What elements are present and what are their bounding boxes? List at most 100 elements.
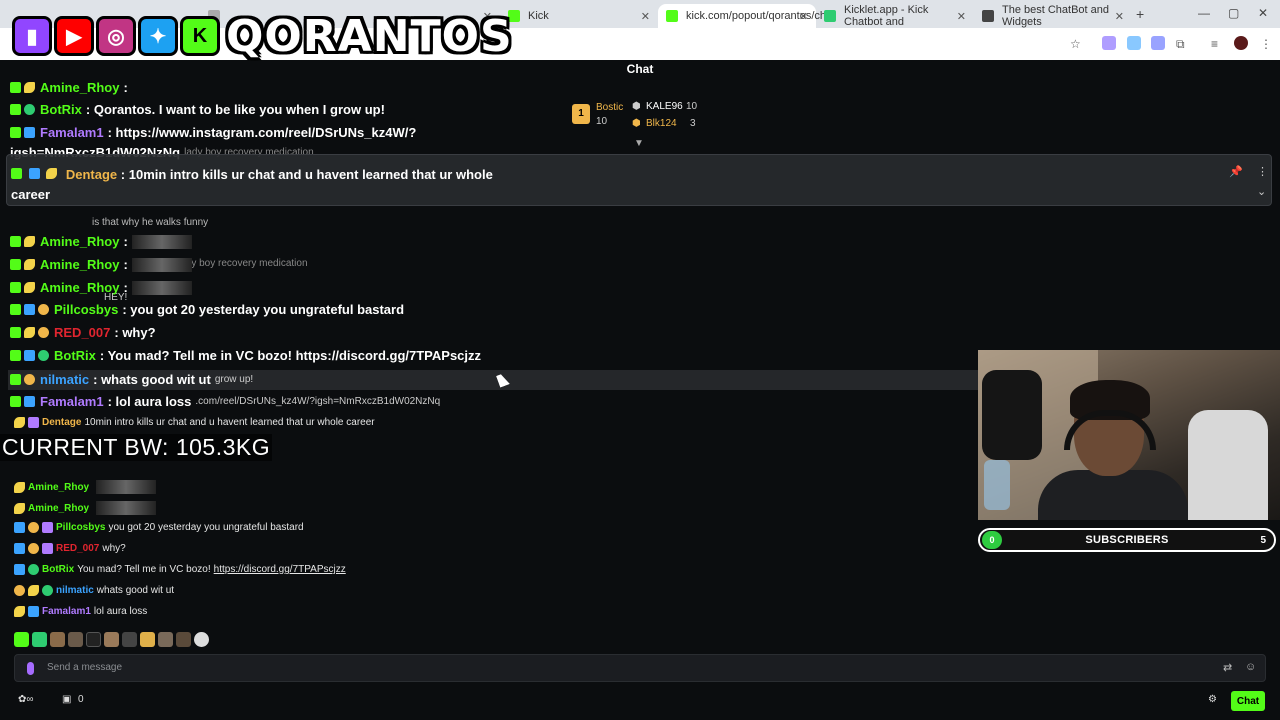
message-text: you got 20 yesterday you ungrateful bast… (108, 522, 304, 533)
more-vertical-icon[interactable]: ⋮ (1260, 37, 1272, 51)
webcam-feed (978, 350, 1280, 520)
emote-icon[interactable] (176, 632, 191, 647)
tab-kick[interactable]: Kick ✕ (500, 4, 658, 28)
discord-link[interactable]: https://discord.gg/7TPAPscjzz (214, 564, 346, 575)
emote-icon[interactable] (122, 632, 137, 647)
emote-icon[interactable] (86, 632, 101, 647)
message-text: whats good wit ut (96, 585, 175, 596)
twitch-icon: ▮ (12, 16, 52, 56)
overlay-message: nilmatic : whats good wit ut grow up! (10, 372, 253, 387)
emoji-icon[interactable]: ☺ (1245, 661, 1256, 673)
close-tab-icon[interactable]: ✕ (799, 10, 808, 23)
gift-icon[interactable]: ▣ (62, 694, 71, 705)
pin-icon[interactable]: 📌 (1229, 165, 1243, 178)
banana-badge-icon (14, 481, 25, 493)
sub-badge-icon (24, 350, 35, 361)
maximize-icon[interactable]: ▢ (1228, 6, 1239, 20)
verified-badge-icon (24, 104, 35, 115)
ghost-text: is that why he walks funny (92, 217, 209, 228)
extension-icon[interactable] (1127, 36, 1141, 50)
points-icon[interactable]: ✿∞ (18, 694, 34, 705)
gift-badge-icon (14, 585, 25, 596)
username[interactable]: Amine_Rhoy (28, 482, 89, 493)
chat-message[interactable]: Dentage 10min intro kills ur chat and u … (14, 417, 375, 428)
username: Amine_Rhoy (40, 280, 120, 295)
bookmark-star-icon[interactable]: ☆ (1070, 37, 1081, 51)
chat-send-button[interactable]: Chat (1231, 691, 1265, 711)
emote-icon[interactable] (32, 632, 47, 647)
username: BotRix (40, 102, 82, 117)
message-text: : (123, 234, 128, 249)
emote-icon[interactable] (194, 632, 209, 647)
emote-icon[interactable] (68, 632, 83, 647)
new-tab-button[interactable]: + (1136, 6, 1144, 22)
translate-icon[interactable]: ⇄ (1223, 661, 1232, 674)
username: Dentage (65, 167, 118, 182)
leader-value: 10 (596, 116, 608, 127)
rank-badge: 1 (572, 104, 590, 124)
profile-avatar[interactable] (1234, 36, 1248, 50)
menu-list-icon[interactable]: ≡ (1211, 37, 1218, 51)
kick-badge-icon (10, 236, 21, 247)
cam-bottle (984, 460, 1010, 510)
message-text: You mad? Tell me in VC bozo! (77, 564, 211, 575)
emote-icon[interactable] (104, 632, 119, 647)
message-text: : You mad? Tell me in VC bozo! https://d… (99, 348, 482, 363)
chat-message[interactable]: Famalam1 lol aura loss (14, 606, 147, 617)
username[interactable]: Amine_Rhoy (28, 503, 89, 514)
emote-icon[interactable] (140, 632, 155, 647)
chat-input[interactable]: Send a message ⇄ ☺ (14, 654, 1266, 682)
chat-message[interactable]: nilmatic whats good wit ut (14, 585, 174, 596)
medal-icon: ⬢ (632, 118, 641, 129)
chat-message[interactable]: RED_007 why? (14, 543, 126, 554)
close-tab-icon[interactable]: ✕ (957, 10, 966, 23)
leader-name: Blk124 (646, 118, 677, 129)
banana-badge-icon (14, 417, 25, 428)
tab-chatbot[interactable]: The best ChatBot and Widgets ✕ (974, 4, 1132, 28)
message-text: : lol aura loss (107, 394, 192, 409)
extension-icon[interactable] (1151, 36, 1165, 50)
username[interactable]: nilmatic (56, 585, 94, 596)
username[interactable]: Dentage (42, 417, 81, 428)
username[interactable]: Pillcosbys (56, 522, 105, 533)
sub-badge-icon (24, 127, 35, 138)
emote-icon[interactable] (14, 632, 29, 647)
chevron-down-icon[interactable]: ⌄ (1257, 185, 1266, 198)
microphone-icon[interactable] (27, 662, 34, 675)
close-tab-icon[interactable]: ✕ (641, 10, 650, 23)
tab-label: Kicklet.app - Kick Chatbot and (844, 4, 929, 28)
puzzle-icon[interactable]: ⧉ (1176, 37, 1185, 52)
username[interactable]: BotRix (42, 564, 74, 575)
kick-badge-icon (10, 259, 21, 270)
overlay-message: BotRix : Qorantos. I want to be like you… (10, 102, 385, 117)
chat-message[interactable]: Amine_Rhoy (14, 501, 157, 515)
message-text: : 10min intro kills ur chat and u havent… (120, 167, 493, 182)
emote-image (131, 280, 192, 295)
sub-goal-current: 0 (982, 531, 1002, 549)
extension-icon[interactable] (1102, 36, 1116, 50)
kick-badge-icon (10, 304, 21, 315)
ghost-text: grow up! (214, 374, 254, 385)
emote-icon[interactable] (158, 632, 173, 647)
chat-message[interactable]: Amine_Rhoy (14, 480, 157, 494)
username[interactable]: Famalam1 (42, 606, 91, 617)
tab-label: Kick (528, 10, 549, 22)
collapse-arrow-icon[interactable]: ▼ (634, 138, 644, 149)
tab-kicklet[interactable]: Kicklet.app - Kick Chatbot and ✕ (816, 4, 974, 28)
username: nilmatic (40, 372, 90, 387)
username: Famalam1 (40, 394, 104, 409)
close-tab-icon[interactable]: ✕ (1115, 10, 1124, 23)
close-window-icon[interactable]: ✕ (1258, 6, 1268, 20)
kick-badge-icon (10, 127, 21, 138)
settings-gear-icon[interactable]: ⚙ (1208, 694, 1217, 705)
tab-kick-popout[interactable]: kick.com/popout/qorantos/ch ✕ (658, 4, 826, 28)
emote-icon[interactable] (50, 632, 65, 647)
instagram-icon: ◎ (96, 16, 136, 56)
username[interactable]: RED_007 (56, 543, 99, 554)
pinned-message: Dentage : 10min intro kills ur chat and … (6, 154, 1272, 206)
more-options-icon[interactable]: ⋮ (1257, 165, 1268, 178)
minimize-icon[interactable]: — (1198, 6, 1210, 20)
chat-message[interactable]: Pillcosbys you got 20 yesterday you ungr… (14, 522, 304, 533)
chat-message[interactable]: BotRix You mad? Tell me in VC bozo! http… (14, 564, 346, 575)
message-text: : whats good wit ut (93, 372, 211, 387)
